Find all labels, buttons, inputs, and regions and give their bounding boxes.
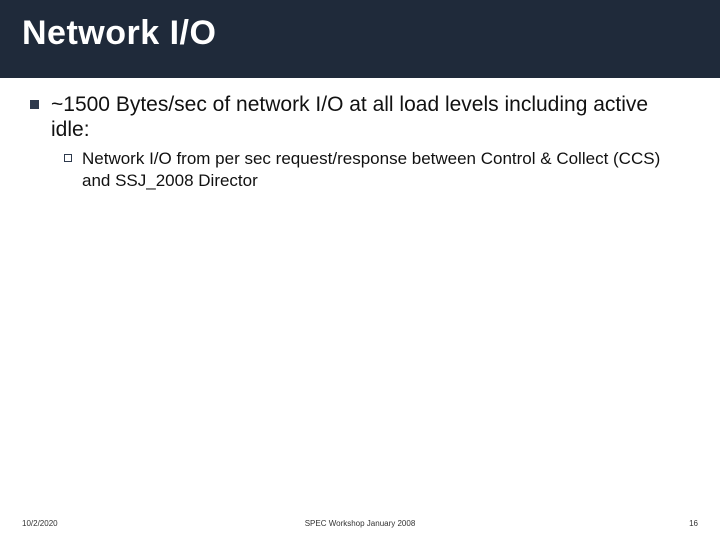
footer-page-number: 16 [689,519,698,528]
hollow-square-bullet-icon [64,154,72,162]
bullet-text: ~1500 Bytes/sec of network I/O at all lo… [51,92,690,142]
slide-content: ~1500 Bytes/sec of network I/O at all lo… [30,92,690,191]
footer-center: SPEC Workshop January 2008 [0,519,720,528]
slide: Network I/O ~1500 Bytes/sec of network I… [0,0,720,540]
bullet-level-2: Network I/O from per sec request/respons… [64,148,690,191]
sub-bullet-text: Network I/O from per sec request/respons… [82,148,690,191]
slide-title: Network I/O [22,14,216,53]
bullet-level-1: ~1500 Bytes/sec of network I/O at all lo… [30,92,690,142]
square-bullet-icon [30,100,39,109]
